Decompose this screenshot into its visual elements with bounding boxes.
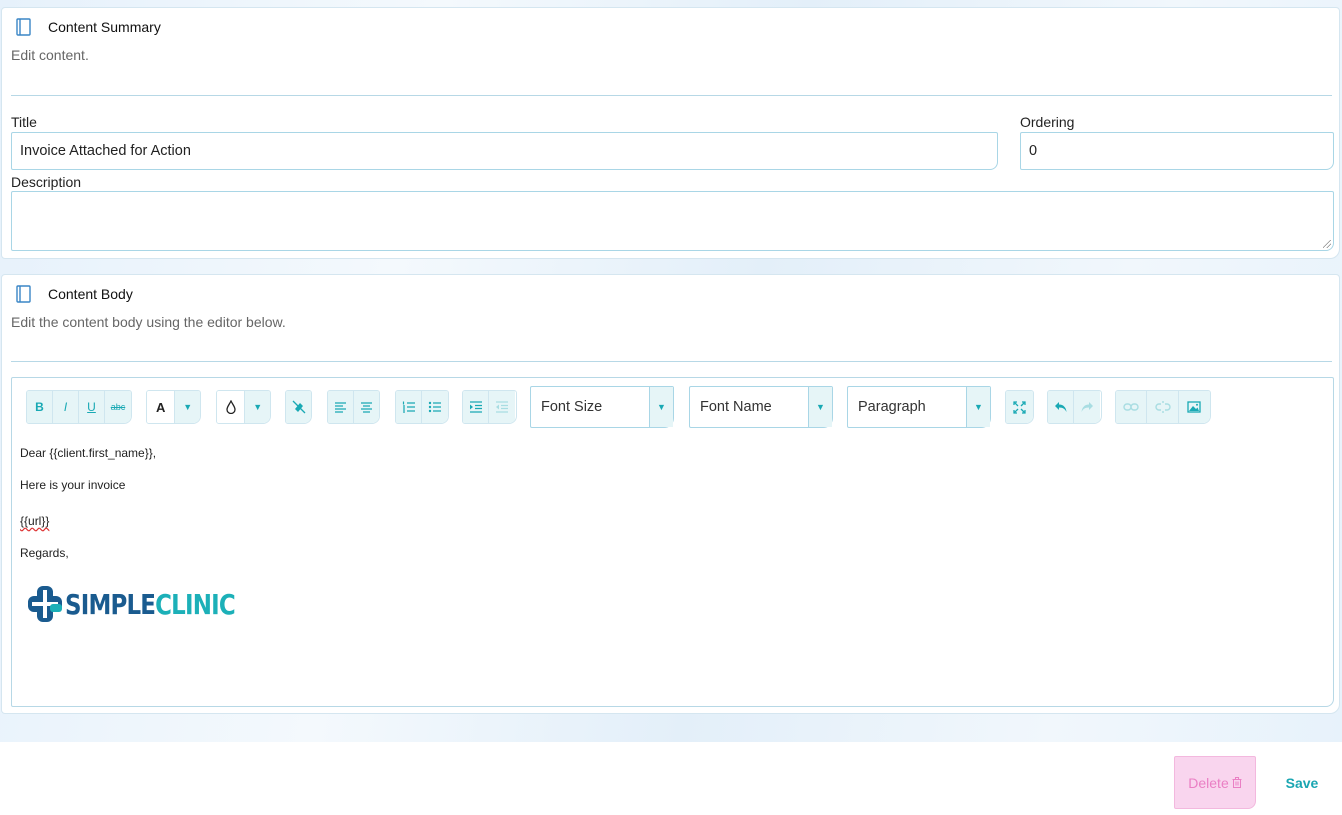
font-size-select[interactable]: Font Size ▼ xyxy=(530,386,674,428)
chevron-down-icon: ▼ xyxy=(808,387,832,427)
resize-grip[interactable] xyxy=(1323,240,1331,248)
indent-group xyxy=(462,390,517,424)
font-color-dropdown[interactable]: ▼ xyxy=(175,391,200,423)
trash-icon xyxy=(1232,777,1242,788)
paragraph-select-value: Paragraph xyxy=(858,399,926,415)
font-name-select-value: Font Name xyxy=(700,399,772,415)
indent-icon[interactable] xyxy=(463,391,489,423)
insert-group xyxy=(1115,390,1211,424)
align-left-icon[interactable] xyxy=(328,391,354,423)
ordering-input-value: 0 xyxy=(1029,143,1038,159)
content-body-card: Content Body Edit the content body using… xyxy=(1,274,1340,714)
ordered-list-icon[interactable] xyxy=(396,391,422,423)
background-color-dropdown[interactable]: ▼ xyxy=(245,391,270,423)
content-line-url: {{url}} xyxy=(20,514,50,528)
content-summary-subtitle: Edit content. xyxy=(11,47,89,63)
alignment-group xyxy=(327,390,380,424)
outdent-icon[interactable] xyxy=(489,391,515,423)
content-summary-card: Content Summary Edit content. Title Invo… xyxy=(1,7,1340,259)
simpleclinic-logo: SIMPLECLINIC xyxy=(28,584,272,624)
italic-button[interactable]: I xyxy=(53,391,79,423)
content-line-regards: Regards, xyxy=(20,546,69,560)
ordering-input[interactable]: 0 xyxy=(1020,132,1334,170)
logo-word-clinic: CLINIC xyxy=(155,587,236,621)
content-line-greeting: Dear {{client.first_name}}, xyxy=(20,446,157,460)
unlink-icon[interactable] xyxy=(1147,391,1179,423)
drop-icon[interactable] xyxy=(217,391,246,423)
content-body-title: Content Body xyxy=(48,286,133,302)
redo-icon[interactable] xyxy=(1074,391,1100,423)
font-name-select[interactable]: Font Name ▼ xyxy=(689,386,833,428)
chevron-down-icon: ▼ xyxy=(649,387,673,427)
history-group xyxy=(1047,390,1102,424)
ordering-label: Ordering xyxy=(1020,114,1075,130)
description-textarea[interactable] xyxy=(11,191,1334,251)
content-line-invoice: Here is your invoice xyxy=(20,478,126,492)
font-color-group: A ▼ xyxy=(146,390,201,424)
clinic-cross-icon xyxy=(28,586,62,622)
chevron-down-icon: ▼ xyxy=(966,387,990,427)
divider xyxy=(11,95,1332,96)
title-input-value: Invoice Attached for Action xyxy=(20,143,191,159)
font-color-button[interactable]: A xyxy=(147,391,176,423)
font-size-select-value: Font Size xyxy=(541,399,603,415)
divider xyxy=(11,361,1332,362)
align-center-icon[interactable] xyxy=(353,391,379,423)
description-label: Description xyxy=(11,174,82,190)
list-group xyxy=(395,390,449,424)
content-body-header: Content Body xyxy=(15,285,133,303)
content-summary-header: Content Summary xyxy=(15,18,161,36)
delete-button[interactable]: Delete xyxy=(1174,756,1256,809)
logo-word-simple: SIMPLE xyxy=(65,587,156,621)
eraser-icon[interactable] xyxy=(286,391,311,423)
background-color-group: ▼ xyxy=(216,390,271,424)
underline-button[interactable]: U xyxy=(79,391,105,423)
fullscreen-icon[interactable] xyxy=(1006,391,1033,423)
book-icon xyxy=(16,18,31,36)
paragraph-select[interactable]: Paragraph ▼ xyxy=(847,386,991,428)
fullscreen-group xyxy=(1005,390,1034,424)
image-icon[interactable] xyxy=(1178,391,1210,423)
text-style-group: B I U abc xyxy=(26,390,132,424)
title-label: Title xyxy=(11,114,37,130)
undo-icon[interactable] xyxy=(1048,391,1074,423)
book-icon xyxy=(16,285,31,303)
content-summary-title: Content Summary xyxy=(48,19,161,35)
rich-text-editor: B I U abc A ▼ ▼ Font Size ▼ Font Name ▼ … xyxy=(11,377,1334,707)
content-body-subtitle: Edit the content body using the editor b… xyxy=(11,314,286,330)
save-button[interactable]: Save xyxy=(1272,756,1332,809)
clear-format-group xyxy=(285,390,312,424)
logo-wordmark: SIMPLECLINIC xyxy=(65,587,236,621)
bold-button[interactable]: B xyxy=(27,391,53,423)
unordered-list-icon[interactable] xyxy=(422,391,448,423)
delete-button-label: Delete xyxy=(1188,774,1229,791)
strikethrough-button[interactable]: abc xyxy=(105,391,131,423)
link-icon[interactable] xyxy=(1116,391,1148,423)
title-input[interactable]: Invoice Attached for Action xyxy=(11,132,998,170)
